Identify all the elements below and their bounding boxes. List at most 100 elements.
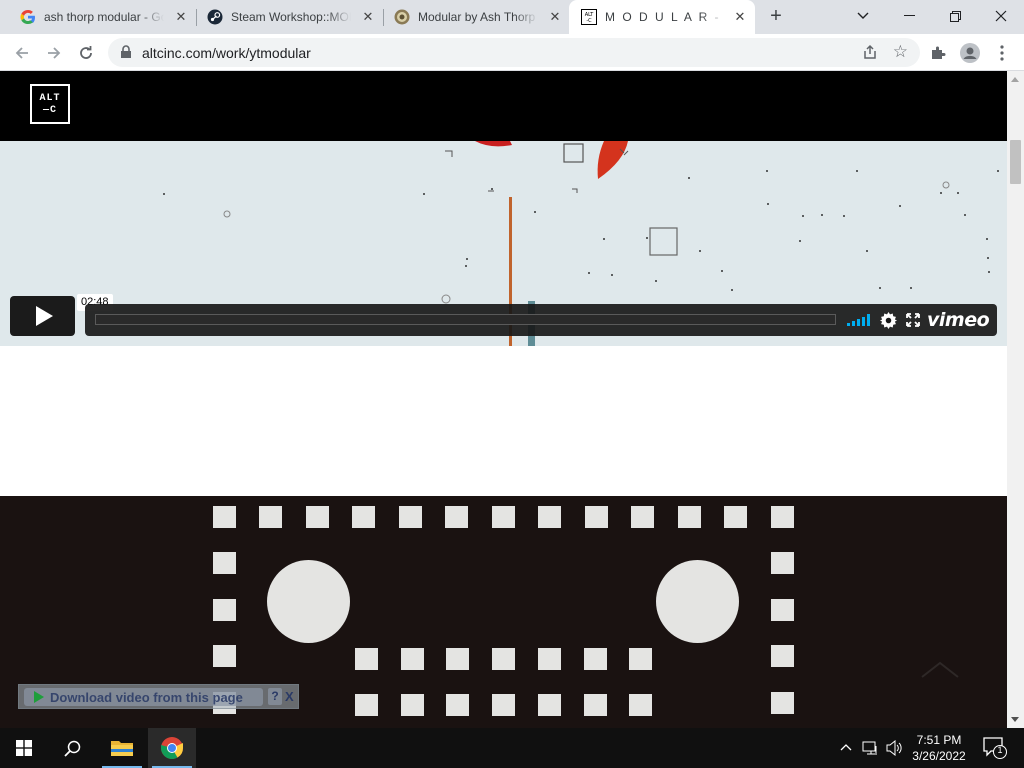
pattern-square [538,648,561,670]
scrollbar-thumb[interactable] [1010,140,1021,184]
tab-modular-altc-active[interactable]: ALT -C M O D U L A R - Ash Th ✕ [569,0,755,34]
pattern-square [445,506,468,528]
download-video-bar: Download video from this page ? X [18,684,299,709]
pattern-square [492,648,515,670]
pattern-square [355,694,378,716]
download-video-button[interactable]: Download video from this page [24,688,263,706]
pattern-square [213,552,236,574]
clock-date: 3/26/2022 [912,749,966,763]
fullscreen-icon[interactable] [906,313,920,327]
profile-avatar-icon [960,43,980,63]
windows-taskbar: 7:51 PM 3/26/2022 1 [0,728,1024,768]
pattern-square [492,694,515,716]
pattern-square [771,599,794,621]
nav-link-store[interactable]: Store [155,71,193,88]
tab-modular-behance[interactable]: Modular by Ash Thorp ✕ [382,0,570,34]
volume-speaker-icon[interactable] [886,740,904,756]
show-hidden-icons-chevron-icon[interactable] [840,743,852,751]
site-header: ALT —C Info Work Photo Auto Store [0,71,1007,141]
pattern-square [538,694,561,716]
pattern-square [584,648,607,670]
tab-strip: ash thorp modular - Go ✕ Steam Workshop:… [0,0,1024,34]
scroll-down-arrow-icon[interactable] [1011,717,1019,722]
back-to-top-icon[interactable] [920,660,960,680]
pattern-square [259,506,282,528]
pattern-square [538,506,561,528]
tab-close-icon[interactable]: ✕ [174,10,188,24]
puzzle-icon [932,46,946,59]
pattern-square [585,506,608,528]
pattern-square [213,506,236,528]
video-progress-bar[interactable] [95,314,836,325]
pattern-square [446,694,469,716]
search-button[interactable] [48,728,96,768]
page-viewport: ALT —C Info Work Photo Auto Store 02:48 … [0,71,1007,728]
altc-icon: ALT -C [581,9,597,25]
tab-title: ash thorp modular - Go [44,10,164,24]
altc-logo[interactable]: ALT —C [30,84,70,124]
forward-arrow-icon [48,47,61,59]
settings-gear-icon[interactable] [880,312,897,329]
restore-button[interactable] [932,0,978,32]
start-button[interactable] [0,728,48,768]
tab-close-icon[interactable]: ✕ [733,10,747,24]
pattern-square [306,506,329,528]
tab-search-dropdown-icon[interactable] [840,0,886,32]
file-explorer-button[interactable] [98,728,146,768]
pattern-square [492,506,515,528]
forward-button[interactable] [40,39,68,67]
close-window-button[interactable] [978,0,1024,32]
notification-count: 1 [997,745,1003,755]
extensions-button[interactable] [924,39,952,67]
minimize-button[interactable] [886,0,932,32]
back-button[interactable] [8,39,36,67]
kebab-menu-icon [1000,45,1004,61]
pattern-square [771,552,794,574]
new-tab-button[interactable]: + [764,5,788,29]
video-controls-bar: vimeo [85,304,997,336]
profile-button[interactable] [956,39,984,67]
windows-logo-icon [16,740,32,756]
tab-steam-workshop[interactable]: Steam Workshop::MOD ✕ [195,0,383,34]
pattern-square [399,506,422,528]
browser-menu-button[interactable] [988,39,1016,67]
download-help-button[interactable]: ? [268,688,282,705]
chrome-taskbar-button[interactable] [148,728,196,768]
page-scrollbar[interactable] [1007,71,1024,728]
vimeo-logo[interactable]: vimeo [927,309,990,331]
pattern-square [401,648,424,670]
pattern-square [629,694,652,716]
scroll-up-arrow-icon[interactable] [1011,77,1019,82]
nav-link-info[interactable]: Info [0,71,27,88]
main-nav: Info Work Photo Auto Store [0,71,1007,89]
volume-icon[interactable] [847,314,871,326]
browser-toolbar: altcinc.com/work/ytmodular ☆ [0,34,1024,71]
google-icon [20,10,35,24]
system-clock[interactable]: 7:51 PM 3/26/2022 [908,732,970,764]
tab-google-search[interactable]: ash thorp modular - Go ✕ [8,0,196,34]
share-icon[interactable] [862,44,878,60]
url-text: altcinc.com/work/ytmodular [142,45,311,61]
reload-icon [80,46,92,59]
download-close-button[interactable]: X [285,688,294,705]
network-icon[interactable] [862,740,880,756]
reload-button[interactable] [72,39,100,67]
nav-link-photo[interactable]: Photo [73,71,115,88]
nav-link-auto[interactable]: Auto [118,71,151,88]
action-center-button[interactable]: 1 [983,737,1009,764]
tab-close-icon[interactable]: ✕ [548,10,562,24]
folder-icon [111,741,133,756]
pattern-square [629,648,652,670]
pattern-square [631,506,654,528]
vimeo-video-player[interactable]: 02:48 vimeo [0,141,1007,346]
download-play-icon [34,691,44,703]
tab-close-icon[interactable]: ✕ [361,10,375,24]
address-bar[interactable]: altcinc.com/work/ytmodular ☆ [108,38,920,67]
clock-time: 7:51 PM [916,733,962,747]
behance-icon [394,9,410,25]
bookmark-star-icon[interactable]: ☆ [893,42,908,62]
pattern-circle-right [656,560,739,643]
pattern-square [352,506,375,528]
play-button[interactable] [10,296,75,336]
pattern-square [446,648,469,670]
